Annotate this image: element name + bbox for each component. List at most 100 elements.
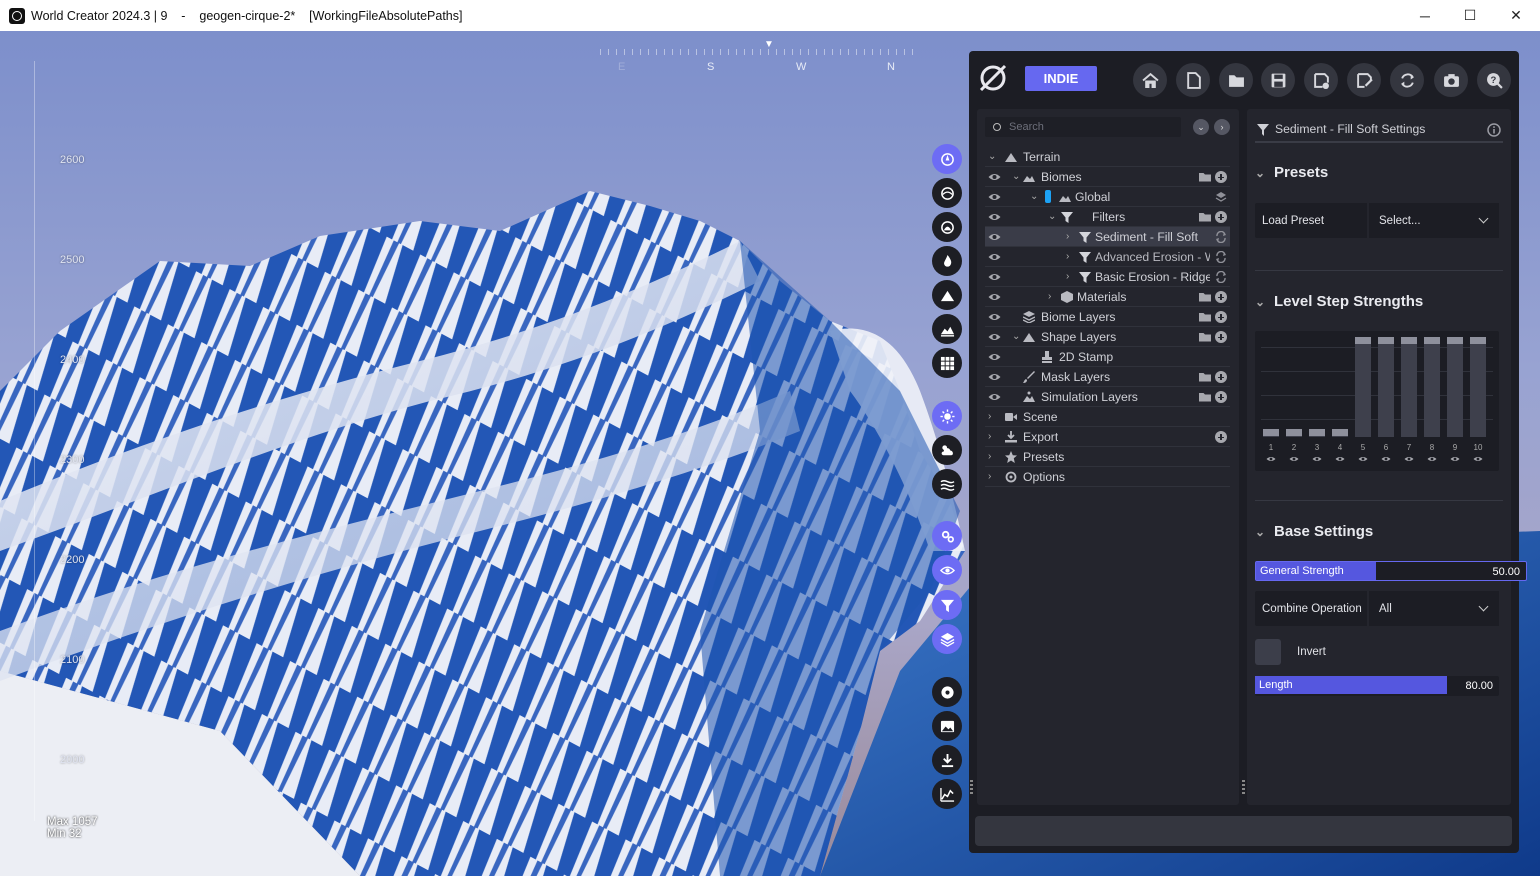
layers-icon[interactable] [1215,191,1227,203]
grid-mode-button[interactable] [932,348,962,378]
level-step-eye-icon[interactable] [1473,455,1483,463]
close-button[interactable]: ✕ [1493,0,1539,31]
chevron-right-icon[interactable]: › [988,412,998,422]
tree-item-presets[interactable]: › Presets [985,447,1230,467]
tree-item-shape-layers[interactable]: ⌄ Shape Layers [985,327,1230,347]
tree-item-terrain[interactable]: ⌄ Terrain [985,147,1230,167]
folder-icon[interactable] [1199,211,1211,223]
search-box[interactable] [985,117,1181,137]
chevron-right-icon[interactable]: › [988,432,998,442]
clouds-button[interactable] [932,435,962,465]
tree-item-sediment-fill-soft[interactable]: › Sediment - Fill Soft [985,227,1230,247]
load-preset-dropdown[interactable]: Select... [1367,203,1499,238]
visibility-eye-icon[interactable] [988,291,1001,303]
folder-icon[interactable] [1199,291,1211,303]
add-icon[interactable] [1215,371,1227,383]
level-step-bar[interactable] [1332,429,1348,437]
level-step-eye-icon[interactable] [1312,455,1322,463]
visibility-eye-icon[interactable] [988,231,1001,243]
tree-item-export[interactable]: › Export [985,427,1230,447]
base-settings-section-toggle[interactable]: ⌄ Base Settings [1255,523,1373,540]
level-step-bar[interactable] [1401,337,1417,437]
level-step-eye-icon[interactable] [1381,455,1391,463]
folder-icon[interactable] [1199,331,1211,343]
mountain-mode-button[interactable] [932,280,962,310]
level-step-strengths-editor[interactable]: 1 2 3 4 5 6 7 8 9 10 [1255,331,1499,471]
combine-operation-dropdown[interactable]: All [1367,591,1499,626]
tree-item-options[interactable]: › Options [985,467,1230,487]
save-button[interactable] [1261,63,1295,97]
chevron-right-icon[interactable]: › [1066,272,1076,282]
visibility-eye-icon[interactable] [988,351,1001,363]
level-step-eye-icon[interactable] [1404,455,1414,463]
chevron-right-icon[interactable]: › [988,472,998,482]
level-step-bar[interactable] [1378,337,1394,437]
sync-button[interactable] [1390,63,1424,97]
layers-button[interactable] [932,624,962,654]
visibility-eye-icon[interactable] [988,311,1001,323]
add-icon[interactable] [1215,331,1227,343]
level-step-bar[interactable] [1309,429,1325,437]
invert-checkbox[interactable] [1255,639,1281,665]
level-step-bar[interactable] [1286,429,1302,437]
biome-mode-button[interactable] [932,178,962,208]
folder-icon[interactable] [1199,391,1211,403]
landscape-mode-button[interactable] [932,314,962,344]
folder-icon[interactable] [1199,311,1211,323]
tree-item-2d-stamp[interactable]: 2D Stamp [985,347,1230,367]
tree-item-advanced-erosion-w[interactable]: › Advanced Erosion - W [985,247,1230,267]
resize-handle-middle[interactable] [1242,780,1245,796]
chevron-down-icon[interactable]: ⌄ [1012,172,1022,182]
tree-item-biome-layers[interactable]: Biome Layers [985,307,1230,327]
erosion-mode-button[interactable] [932,246,962,276]
level-step-eye-icon[interactable] [1289,455,1299,463]
refresh-icon[interactable] [1215,231,1227,243]
image-button[interactable] [932,711,962,741]
tree-item-biomes[interactable]: ⌄ Biomes [985,167,1230,187]
add-icon[interactable] [1215,311,1227,323]
visibility-eye-icon[interactable] [988,371,1001,383]
tree-item-materials[interactable]: › Materials [985,287,1230,307]
general-strength-slider[interactable]: General Strength 50.00 [1255,561,1527,581]
add-icon[interactable] [1215,291,1227,303]
tree-item-mask-layers[interactable]: Mask Layers [985,367,1230,387]
resize-handle-left[interactable] [970,780,973,796]
expand-all-icon[interactable]: › [1214,119,1230,135]
visibility-eye-icon[interactable] [988,331,1001,343]
search-input[interactable] [1009,121,1169,133]
chevron-down-icon[interactable]: ⌄ [1030,192,1040,202]
add-icon[interactable] [1215,211,1227,223]
level-step-eye-icon[interactable] [1335,455,1345,463]
chevron-down-icon[interactable]: ⌄ [988,152,998,162]
level-step-bar[interactable] [1424,337,1440,437]
level-step-bar[interactable] [1470,337,1486,437]
export-button[interactable] [1347,63,1381,97]
render-settings-button[interactable] [932,521,962,551]
level-step-eye-icon[interactable] [1266,455,1276,463]
save-as-button[interactable] [1304,63,1338,97]
open-folder-button[interactable] [1219,63,1253,97]
maximize-button[interactable]: ☐ [1447,0,1493,31]
home-button[interactable] [1133,63,1167,97]
tree-item-filters[interactable]: ⌄ Filters [985,207,1230,227]
add-icon[interactable] [1215,431,1227,443]
level-step-eye-icon[interactable] [1427,455,1437,463]
add-icon[interactable] [1215,391,1227,403]
info-icon[interactable] [1487,123,1501,137]
help-button[interactable]: ? [1477,63,1511,97]
chevron-right-icon[interactable]: › [1048,292,1058,302]
chevron-right-icon[interactable]: › [1066,252,1076,262]
level-step-eye-icon[interactable] [1358,455,1368,463]
chevron-right-icon[interactable]: › [988,452,998,462]
add-icon[interactable] [1215,171,1227,183]
chevron-down-icon[interactable]: ⌄ [1012,332,1022,342]
folder-icon[interactable] [1199,171,1211,183]
new-file-button[interactable] [1176,63,1210,97]
level-step-bar[interactable] [1355,337,1371,437]
download-button[interactable] [932,745,962,775]
terrain-mode-button[interactable] [932,144,962,174]
filter-button[interactable] [932,590,962,620]
record-button[interactable] [932,677,962,707]
tree-item-simulation-layers[interactable]: Simulation Layers [985,387,1230,407]
visibility-eye-icon[interactable] [988,171,1001,183]
